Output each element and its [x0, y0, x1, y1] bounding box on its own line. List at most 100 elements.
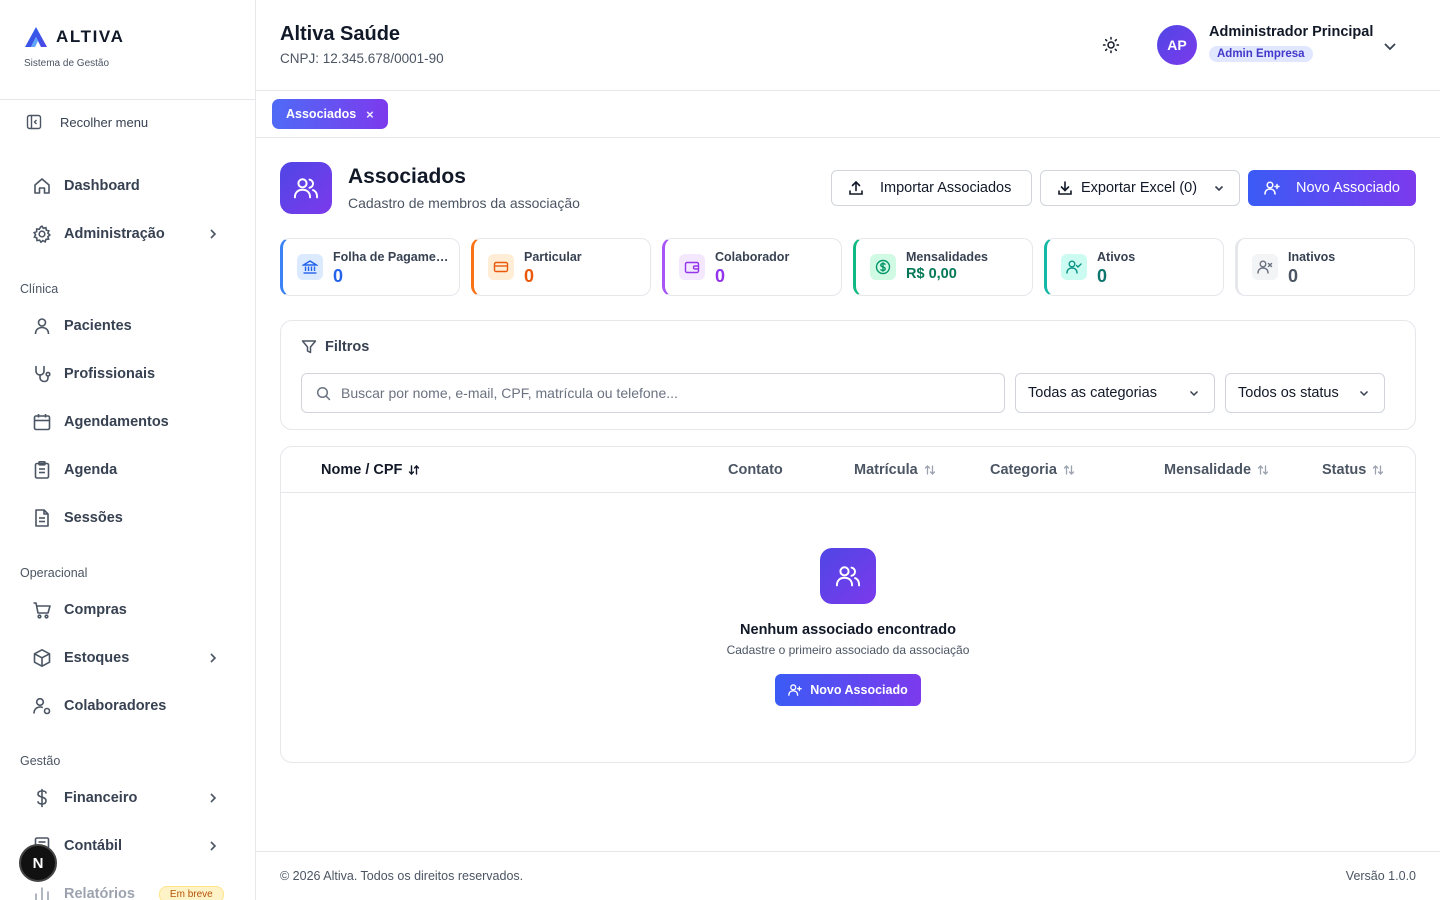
sidebar-item-agenda[interactable]: Agenda — [32, 454, 224, 486]
sidebar: ALTIVA Sistema de Gestão Recolher menu D… — [0, 0, 256, 900]
stat-card-mensalidades: Mensalidades R$ 0,00 — [853, 238, 1033, 296]
stat-card-inativos: Inativos 0 — [1235, 238, 1415, 296]
stat-value: 0 — [333, 266, 344, 286]
sidebar-item-administracao[interactable]: Administração — [32, 218, 224, 250]
filters-panel: Filtros Todas as categorias Todos os sta… — [280, 320, 1416, 430]
tab-associados[interactable]: Associados × — [272, 99, 388, 129]
column-header-status[interactable]: Status — [1322, 462, 1384, 478]
sidebar-item-label: Estoques — [64, 650, 130, 666]
user-check-icon — [1061, 254, 1087, 280]
organization-cnpj: CNPJ: 12.345.678/0001-90 — [280, 51, 444, 66]
stat-label: Inativos — [1288, 250, 1336, 264]
sidebar-item-label: Profissionais — [64, 366, 156, 382]
wallet-icon — [679, 254, 705, 280]
stat-label: Folha de Pagamento — [333, 250, 453, 264]
sidebar-item-dashboard[interactable]: Dashboard — [32, 170, 224, 202]
search-input[interactable] — [341, 385, 981, 401]
stat-value: 0 — [1288, 266, 1299, 286]
dev-tools-badge[interactable]: N — [19, 844, 57, 882]
sidebar-item-compras[interactable]: Compras — [32, 594, 224, 626]
sidebar-item-pacientes[interactable]: Pacientes — [32, 310, 224, 342]
version-text: Versão 1.0.0 — [1345, 869, 1416, 883]
column-label: Categoria — [990, 462, 1057, 478]
sidebar-item-label: Relatórios — [64, 886, 135, 900]
user-x-icon — [1252, 254, 1278, 280]
sidebar-item-sessoes[interactable]: Sessões — [32, 502, 224, 534]
category-select[interactable]: Todas as categorias — [1015, 373, 1215, 413]
user-avatar[interactable]: AP — [1157, 25, 1197, 65]
new-associado-button[interactable]: Novo Associado — [1248, 170, 1416, 206]
section-label-clinica: Clínica — [20, 282, 59, 296]
column-header-nome-cpf[interactable]: Nome / CPF — [321, 462, 420, 478]
stat-value: 0 — [715, 266, 726, 286]
column-label: Status — [1322, 462, 1367, 478]
sidebar-item-financeiro[interactable]: Financeiro — [32, 782, 224, 814]
bar-chart-icon — [32, 884, 52, 900]
stat-label: Particular — [524, 250, 582, 264]
users-icon — [280, 162, 332, 214]
credit-card-icon — [488, 254, 514, 280]
sidebar-item-colaboradores[interactable]: Colaboradores — [32, 690, 224, 722]
user-icon — [32, 316, 52, 336]
brand-name: ALTIVA — [56, 27, 125, 46]
sidebar-item-profissionais[interactable]: Profissionais — [32, 358, 224, 390]
upload-icon — [848, 180, 864, 196]
user-name[interactable]: Administrador Principal — [1209, 24, 1373, 40]
sort-active-icon — [408, 464, 420, 476]
close-icon[interactable]: × — [366, 107, 374, 122]
import-associados-button[interactable]: Importar Associados — [831, 170, 1032, 206]
calendar-icon — [32, 412, 52, 432]
user-plus-icon — [1264, 180, 1280, 196]
stat-card-colaborador: Colaborador 0 — [662, 238, 842, 296]
brand[interactable]: ALTIVA Sistema de Gestão — [24, 26, 124, 69]
sidebar-item-relatorios[interactable]: Relatórios Em breve — [32, 878, 224, 900]
sidebar-collapse-icon — [26, 114, 42, 130]
chevron-right-icon — [206, 227, 220, 241]
clipboard-icon — [32, 460, 52, 480]
page-subtitle: Cadastro de membros da associação — [348, 195, 580, 211]
sidebar-item-contabil[interactable]: Contábil — [32, 830, 224, 862]
collapse-menu-button[interactable]: Recolher menu — [26, 114, 148, 130]
column-header-matricula[interactable]: Matrícula — [854, 462, 936, 478]
sidebar-item-label: Financeiro — [64, 790, 138, 806]
user-settings-icon — [32, 696, 52, 716]
export-excel-button[interactable]: Exportar Excel (0) — [1040, 170, 1240, 206]
section-label-gestao: Gestão — [20, 754, 61, 768]
stat-value: 0 — [524, 266, 535, 286]
page-footer: © 2026 Altiva. Todos os direitos reserva… — [256, 851, 1440, 900]
sidebar-item-estoques[interactable]: Estoques — [32, 642, 224, 674]
chevron-down-icon[interactable] — [1382, 38, 1398, 54]
chevron-right-icon — [206, 651, 220, 665]
status-select[interactable]: Todos os status — [1225, 373, 1385, 413]
sidebar-divider — [0, 99, 255, 100]
stat-label: Colaborador — [715, 250, 790, 264]
column-label: Matrícula — [854, 462, 918, 478]
stat-card-particular: Particular 0 — [471, 238, 651, 296]
sort-icon — [924, 464, 936, 476]
chevron-down-icon — [1188, 387, 1200, 399]
stat-value: 0 — [1097, 266, 1108, 286]
sidebar-item-label: Agenda — [64, 462, 118, 478]
collapse-menu-label: Recolher menu — [60, 114, 149, 130]
filters-heading: Filtros — [301, 339, 369, 355]
filters-title: Filtros — [325, 339, 370, 355]
brand-subtitle: Sistema de Gestão — [24, 58, 110, 69]
page-title: Associados — [348, 165, 466, 188]
chevron-down-icon — [1213, 182, 1225, 194]
dollar-circle-icon — [870, 254, 896, 280]
stat-value: R$ 0,00 — [906, 266, 957, 282]
column-label: Nome / CPF — [321, 462, 403, 478]
sidebar-item-agendamentos[interactable]: Agendamentos — [32, 406, 224, 438]
empty-state-new-associado-button[interactable]: Novo Associado — [775, 674, 921, 706]
theme-toggle-sun-icon[interactable] — [1102, 36, 1120, 54]
sidebar-item-label: Agendamentos — [64, 414, 169, 430]
box-icon — [32, 648, 52, 668]
new-associado-label: Novo Associado — [1296, 180, 1400, 196]
column-header-mensalidade[interactable]: Mensalidade — [1164, 462, 1269, 478]
sort-icon — [1372, 464, 1384, 476]
export-label: Exportar Excel (0) — [1081, 180, 1198, 196]
cart-icon — [32, 600, 52, 620]
search-field[interactable] — [301, 373, 1005, 413]
column-header-categoria[interactable]: Categoria — [990, 462, 1075, 478]
download-icon — [1057, 180, 1073, 196]
